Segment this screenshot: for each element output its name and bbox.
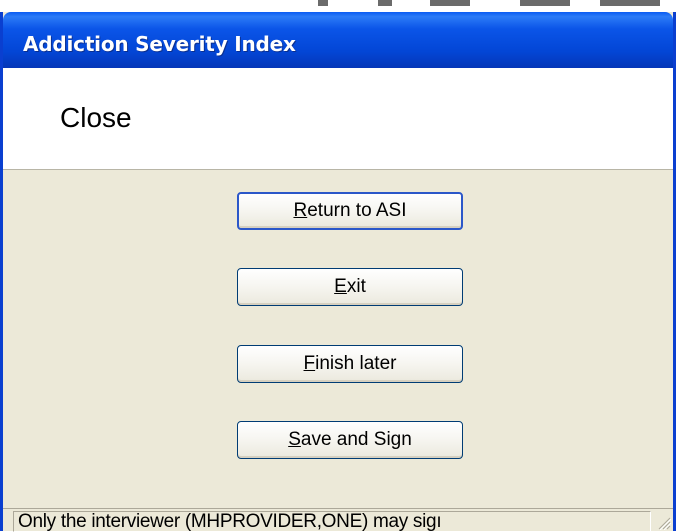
background-fragment [318, 0, 328, 6]
status-bar: Only the interviewer (MHPROVIDER,ONE) ma… [3, 508, 673, 532]
status-text: Only the interviewer (MHPROVIDER,ONE) ma… [18, 511, 442, 532]
finish-later-button[interactable]: Finish later [237, 345, 463, 383]
background-fragment [520, 0, 570, 6]
button-label: ave and Sign [300, 429, 412, 450]
background-fragment [378, 0, 392, 6]
button-mnemonic: E [334, 276, 347, 297]
button-mnemonic: R [293, 200, 308, 221]
background-fragment [430, 0, 470, 6]
background-fragment [600, 0, 660, 6]
status-panel: Only the interviewer (MHPROVIDER,ONE) ma… [13, 511, 651, 532]
button-label: inish later [315, 353, 397, 374]
window-title: Addiction Severity Index [23, 32, 296, 56]
button-label: eturn to ASI [307, 200, 407, 221]
button-label: xit [346, 276, 366, 297]
exit-button[interactable]: Exit [237, 268, 463, 306]
return-to-asi-button[interactable]: Return to ASI [237, 192, 463, 230]
page-title: Close [60, 102, 132, 133]
resize-grip-icon[interactable] [655, 514, 671, 530]
header-panel: Close [3, 68, 673, 170]
save-and-sign-button[interactable]: Save and Sign [237, 421, 463, 459]
button-mnemonic: S [288, 429, 301, 450]
background-window-strip [0, 0, 679, 12]
title-bar[interactable]: Addiction Severity Index [3, 12, 673, 68]
dialog-window: Addiction Severity Index Close Return to… [0, 12, 676, 532]
button-mnemonic: F [303, 353, 316, 374]
